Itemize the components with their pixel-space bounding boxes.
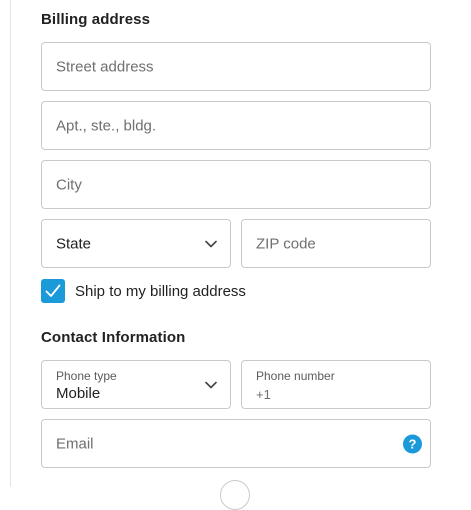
chevron-down-icon [205, 381, 217, 388]
phone-number-input[interactable]: Phone number +1 [241, 360, 431, 409]
email-input[interactable]: Email ? [41, 419, 431, 468]
apt-suite-placeholder: Apt., ste., bldg. [56, 117, 157, 134]
state-select-value: State [56, 235, 92, 252]
ship-to-billing-checkbox[interactable] [41, 279, 65, 303]
city-placeholder: City [56, 176, 82, 193]
phone-type-value: Mobile [56, 385, 101, 402]
left-divider [10, 0, 11, 487]
city-input[interactable]: City [41, 160, 431, 209]
help-icon[interactable]: ? [403, 434, 422, 453]
billing-address-heading: Billing address [41, 11, 151, 28]
phone-number-label: Phone number [256, 369, 335, 383]
phone-type-label: Phone type [56, 369, 117, 383]
apt-suite-input[interactable]: Apt., ste., bldg. [41, 101, 431, 150]
zip-code-input[interactable]: ZIP code [241, 219, 431, 268]
state-select[interactable]: State [41, 219, 231, 268]
contact-information-heading: Contact Information [41, 329, 186, 346]
phone-type-select[interactable]: Phone type Mobile [41, 360, 231, 409]
phone-country-prefix: +1 [256, 387, 271, 402]
checkmark-icon [45, 284, 61, 297]
street-address-placeholder: Street address [56, 58, 154, 75]
street-address-input[interactable]: Street address [41, 42, 431, 91]
email-placeholder: Email [56, 435, 94, 452]
zip-code-placeholder: ZIP code [256, 235, 316, 252]
chevron-down-icon [205, 240, 217, 247]
partial-circle-control[interactable] [220, 480, 250, 510]
ship-to-billing-label[interactable]: Ship to my billing address [75, 283, 246, 300]
